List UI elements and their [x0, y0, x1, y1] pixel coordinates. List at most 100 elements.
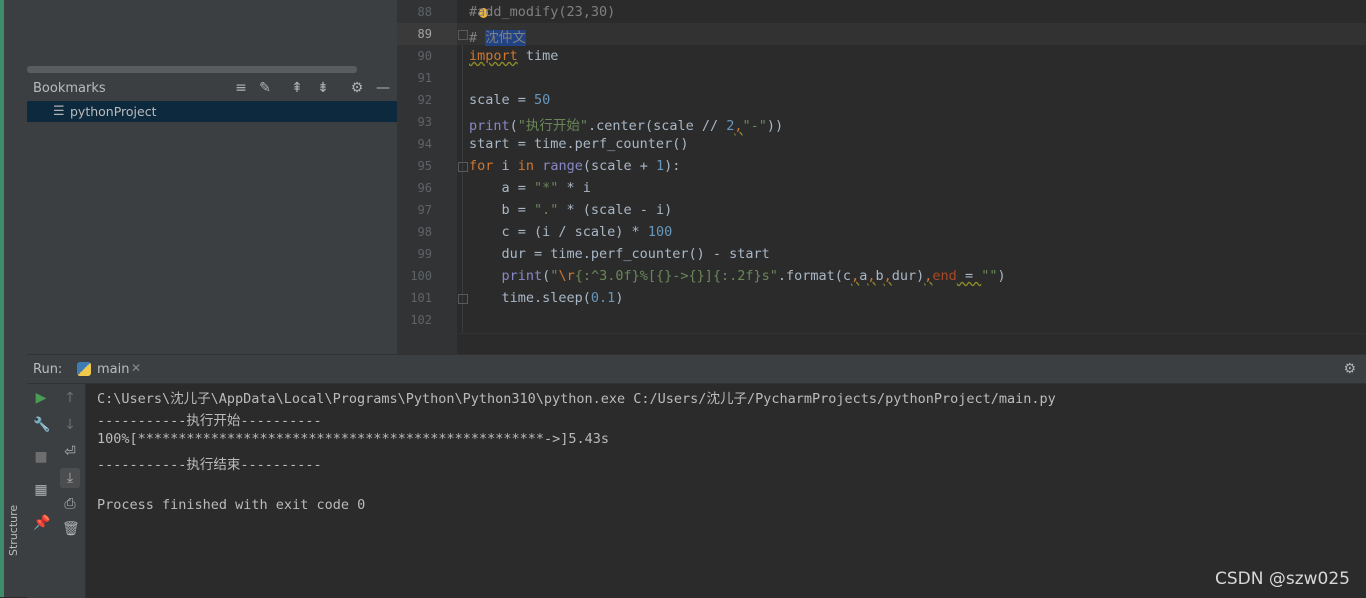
code-token: range	[542, 158, 583, 174]
structure-tool-tab[interactable]: Structure	[5, 500, 27, 580]
code-token: {:^3.0f}%[{}->{}]{:.2f}s"	[574, 268, 778, 284]
code-line-100: print("\r{:^3.0f}%[{}->{}]{:.2f}s".forma…	[469, 268, 1006, 284]
horizontal-scrollbar[interactable]	[27, 66, 357, 73]
code-token: 0.1	[590, 290, 616, 306]
console-line: Process finished with exit code 0	[97, 497, 366, 513]
gear-icon[interactable]: ⚙	[349, 80, 365, 96]
code-token: time	[517, 48, 559, 64]
code-line-98: c = (i / scale) * 100	[469, 224, 673, 240]
expand-all-icon[interactable]: ⇞	[289, 80, 305, 96]
code-token: b	[875, 268, 884, 284]
run-tool-window: Run: main ✕ ⚙ ▶ 🔧 ■ ▦ 📌 ↑ ↓ ⏎ ⤓ ⎙ 🗑 C:\U…	[27, 354, 1366, 598]
run-tab-main[interactable]: main ✕	[67, 355, 147, 383]
line-number: 97	[417, 203, 432, 217]
code-token: for	[469, 158, 494, 174]
console-line: -----------执行开始----------	[97, 413, 322, 429]
code-token: c = (i / scale) *	[469, 224, 648, 240]
close-icon[interactable]: ✕	[131, 361, 141, 375]
line-number: 92	[417, 93, 432, 107]
trash-icon[interactable]: 🗑	[62, 521, 80, 537]
python-icon	[77, 362, 91, 376]
code-token: ,	[883, 268, 892, 284]
code-token: #	[469, 4, 478, 20]
minimize-icon[interactable]: —	[375, 80, 391, 96]
code-token: .center(scale //	[588, 118, 727, 134]
code-line-89: # 沈仲文	[469, 26, 526, 46]
indent-guide	[462, 45, 463, 333]
line-number: 98	[417, 225, 432, 239]
code-token: end	[932, 268, 957, 284]
wrench-icon[interactable]: 🔧	[33, 417, 50, 433]
editor-horizontal-scrollbar[interactable]	[457, 333, 1366, 355]
edit-pencil-icon[interactable]: ✎	[257, 80, 273, 96]
code-token: i	[493, 158, 518, 174]
code-token: ,	[734, 118, 743, 134]
line-number: 89	[417, 27, 432, 41]
run-toolbar-secondary: ↑ ↓ ⏎ ⤓ ⎙ 🗑	[55, 384, 86, 598]
line-number: 91	[417, 71, 432, 85]
code-token: a =	[469, 180, 535, 196]
run-play-icon[interactable]: ▶	[33, 390, 49, 406]
fold-marker[interactable]	[458, 294, 468, 304]
code-line-95: for i in range(scale + 1):	[469, 158, 680, 174]
code-token: import	[469, 48, 518, 64]
code-token: 50	[534, 92, 551, 108]
bookmark-item-label: pythonProject	[70, 104, 157, 119]
code-line-101: time.sleep(0.1)	[469, 290, 624, 306]
arrow-up-icon[interactable]: ↑	[62, 390, 78, 406]
bookmark-item-pythonproject[interactable]: ☰ pythonProject	[27, 101, 397, 122]
code-token: ,	[851, 268, 860, 284]
code-token: scale =	[469, 92, 535, 108]
code-editor[interactable]: 88 89 90 91 92 93 94 95 96 97 98 99 100 …	[397, 0, 1366, 355]
code-token: ))	[766, 118, 784, 134]
code-token: * (scale - i)	[558, 202, 673, 218]
code-token: print	[501, 268, 543, 284]
bookmarks-title: Bookmarks	[33, 81, 106, 96]
code-token: b =	[469, 202, 535, 218]
stop-icon[interactable]: ■	[33, 449, 49, 465]
console-output[interactable]: C:\Users\沈儿子\AppData\Local\Programs\Pyth…	[97, 384, 1357, 598]
code-line-96: a = "*" * i	[469, 180, 591, 196]
code-token: dur)	[891, 268, 925, 284]
fold-marker[interactable]	[458, 30, 468, 40]
line-number: 90	[417, 49, 432, 63]
run-header: Run: main ✕ ⚙	[27, 355, 1366, 384]
code-token: (scale +	[582, 158, 656, 174]
code-line-99: dur = time.perf_counter() - start	[469, 246, 770, 262]
fold-marker[interactable]	[458, 162, 468, 172]
run-tab-label: main	[97, 362, 130, 377]
add-bookmark-list-icon[interactable]: ≡	[233, 80, 249, 96]
line-number: 100	[410, 269, 432, 283]
code-token: =	[956, 268, 982, 284]
code-line-88: #add_modify(23,30)	[469, 4, 615, 20]
line-number: 99	[417, 247, 432, 261]
line-number: 94	[417, 137, 432, 151]
code-line-93: print("执行开始".center(scale // 2,"-"))	[469, 114, 783, 134]
pin-icon[interactable]: 📌	[33, 515, 50, 531]
arrow-down-icon[interactable]: ↓	[62, 417, 78, 433]
collapse-all-icon[interactable]: ⇟	[315, 80, 331, 96]
run-label: Run:	[33, 362, 63, 377]
console-line: C:\Users\沈儿子\AppData\Local\Programs\Pyth…	[97, 391, 1056, 407]
code-line-94: start = time.perf_counter()	[469, 136, 689, 152]
structure-tab-label: Structure	[7, 504, 20, 556]
line-number: 95	[417, 159, 432, 173]
scroll-to-end-icon[interactable]: ⤓	[60, 468, 80, 488]
code-token: 100	[647, 224, 673, 240]
print-icon[interactable]: ⎙	[62, 496, 78, 512]
line-number: 93	[417, 115, 432, 129]
code-token: #	[469, 30, 486, 46]
code-token: (	[509, 118, 518, 134]
gear-icon[interactable]: ⚙	[1343, 361, 1356, 377]
code-token: ):	[664, 158, 681, 174]
layout-icon[interactable]: ▦	[33, 482, 49, 498]
selected-text: 沈仲文	[485, 30, 526, 46]
soft-wrap-icon[interactable]: ⏎	[62, 444, 78, 460]
console-line: 100%[***********************************…	[97, 431, 610, 447]
code-token: )	[997, 268, 1006, 284]
code-token: print	[469, 118, 510, 134]
code-token: add_modify(23,30)	[477, 4, 616, 20]
code-token: "*"	[534, 180, 559, 196]
code-token: * i	[558, 180, 591, 196]
